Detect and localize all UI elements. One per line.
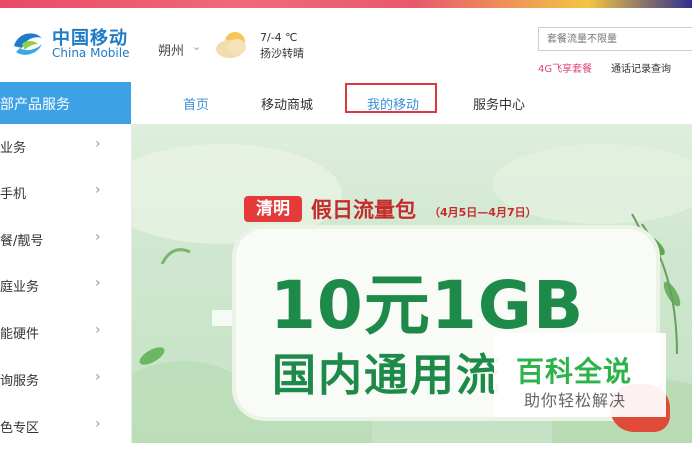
china-mobile-logo[interactable]: 中国移动 China Mobile (8, 22, 130, 66)
nav-home[interactable]: 首页 (183, 94, 209, 113)
promo-title: 假日流量包 (311, 198, 416, 222)
sidebar-item-smart-hardware[interactable]: 能硬件 › (0, 310, 131, 356)
city-selector[interactable]: 朔州 (158, 40, 184, 59)
cloud-sun-icon (216, 32, 246, 58)
sidebar-item-special-zone[interactable]: 色专区 › (0, 404, 131, 450)
chevron-right-icon: › (95, 275, 101, 291)
sidebar-item-label: 餐/靓号 (0, 234, 44, 249)
sidebar-item-business[interactable]: 业务 › (0, 124, 131, 170)
top-decorative-strip (0, 0, 692, 8)
sidebar-title: 部产品服务 (0, 97, 70, 113)
sidebar: 业务 › 手机 › 餐/靓号 › 庭业务 › 能硬件 › 询服务 › 色专区 › (0, 124, 132, 443)
sidebar-item-label: 业务 (0, 141, 27, 156)
search-box[interactable] (538, 27, 692, 51)
nav-service-center[interactable]: 服务中心 (473, 94, 525, 113)
qingming-tag: 清明 (244, 196, 302, 222)
temperature: 7/-4 ℃ (260, 31, 298, 44)
chevron-right-icon: › (95, 229, 101, 245)
main-nav: 首页 移动商城 我的移动 服务中心 (131, 82, 692, 124)
watermark-subtitle: 助你轻松解决 (524, 391, 627, 410)
sidebar-item-label: 庭业务 (0, 280, 40, 295)
watermark-title: 百科全说 (516, 355, 633, 388)
china-mobile-logo-icon (14, 33, 42, 55)
hot-link-call-records[interactable]: 通话记录查询 (611, 60, 671, 75)
search-input[interactable] (539, 28, 692, 50)
brand-name-en: China Mobile (52, 46, 130, 60)
sidebar-item-label: 询服务 (0, 374, 40, 389)
promo-sub-line: 国内通用流 (272, 350, 502, 401)
sidebar-item-label: 能硬件 (0, 327, 40, 342)
chevron-right-icon: › (95, 416, 101, 432)
sidebar-item-label: 色专区 (0, 421, 40, 436)
chevron-right-icon: › (95, 322, 101, 338)
chevron-right-icon: › (95, 369, 101, 385)
nav-mall[interactable]: 移动商城 (261, 94, 313, 113)
sidebar-item-label: 手机 (0, 187, 27, 202)
weather-description: 扬沙转晴 (260, 47, 304, 60)
chevron-down-icon[interactable]: ⌄ (192, 40, 201, 53)
sidebar-item-query-service[interactable]: 询服务 › (0, 357, 131, 403)
sidebar-item-phones[interactable]: 手机 › (0, 170, 131, 216)
chevron-right-icon: › (95, 136, 101, 152)
sidebar-item-home-business[interactable]: 庭业务 › (0, 263, 131, 309)
sidebar-item-plans-numbers[interactable]: 餐/靓号 › (0, 217, 131, 263)
sidebar-header[interactable]: 部产品服务 (0, 82, 131, 124)
hot-link-4g-plan[interactable]: 4G飞享套餐 (538, 60, 592, 75)
nav-my-mobile[interactable]: 我的移动 (367, 94, 419, 113)
chevron-right-icon: › (95, 182, 101, 198)
promo-date: （4月5日—4月7日） (429, 206, 537, 219)
